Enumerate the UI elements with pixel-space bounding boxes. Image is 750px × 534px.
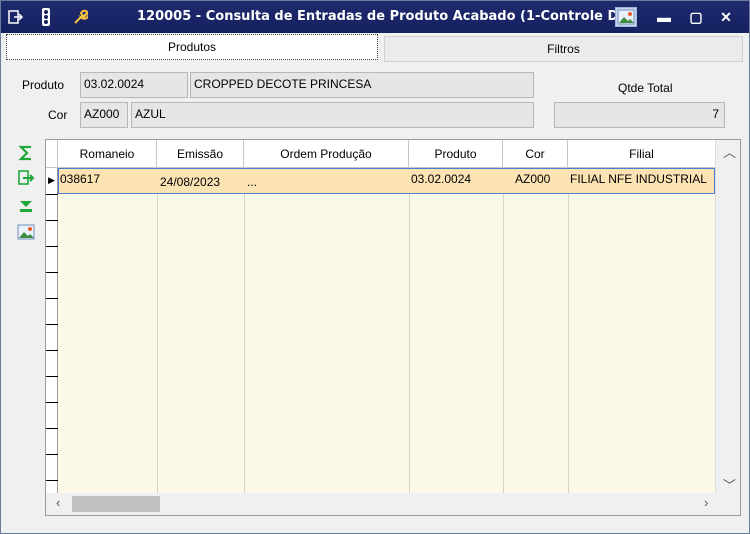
qtde-total-field: 7 xyxy=(554,102,725,128)
header-ordem-producao[interactable]: Ordem Produção xyxy=(244,140,409,168)
window-title: 120005 - Consulta de Entradas de Produto… xyxy=(137,9,638,24)
tab-filtros[interactable]: Filtros xyxy=(384,36,743,62)
cell-cor: AZ000 xyxy=(515,172,551,186)
exit-icon[interactable] xyxy=(7,8,25,26)
header-filial[interactable]: Filial xyxy=(568,140,715,168)
vertical-scrollbar[interactable]: ︿ ﹀ xyxy=(715,140,740,500)
produto-code-field[interactable]: 03.02.0024 xyxy=(80,72,188,98)
header-romaneio[interactable]: Romaneio xyxy=(58,140,157,168)
header-indicator xyxy=(46,140,58,168)
current-row-arrow-icon: ▶ xyxy=(48,175,55,185)
picture-icon[interactable] xyxy=(615,7,637,27)
title-bar: 120005 - Consulta de Entradas de Produto… xyxy=(1,1,749,33)
grid-header: Romaneio Emissão Ordem Produção Produto … xyxy=(46,140,740,168)
export-icon[interactable] xyxy=(15,168,37,188)
produto-desc-field[interactable]: CROPPED DECOTE PRINCESA xyxy=(190,72,534,98)
scroll-right-icon[interactable]: › xyxy=(704,495,708,510)
cell-romaneio: 038617 xyxy=(60,172,101,186)
cell-produto: 03.02.0024 xyxy=(411,172,472,186)
sum-icon[interactable] xyxy=(15,143,37,163)
wrench-icon[interactable] xyxy=(71,8,89,26)
header-produto[interactable]: Produto xyxy=(409,140,503,168)
row-indicator-column: ▶ xyxy=(46,168,58,500)
produto-label: Produto xyxy=(22,78,65,92)
scroll-down-icon[interactable]: ﹀ xyxy=(723,475,736,494)
scroll-up-icon[interactable]: ︿ xyxy=(723,142,736,161)
header-emissao[interactable]: Emissão xyxy=(157,140,244,168)
horizontal-scroll-thumb[interactable] xyxy=(72,496,160,512)
cell-emissao: 24/08/2023 xyxy=(160,175,221,189)
picture-icon[interactable] xyxy=(15,222,37,242)
traffic-light-icon[interactable] xyxy=(37,8,55,26)
cor-desc-field[interactable]: AZUL xyxy=(131,102,534,128)
main-window: 120005 - Consulta de Entradas de Produto… xyxy=(0,0,750,534)
cor-code-field[interactable]: AZ000 xyxy=(80,102,128,128)
cell-filial: FILIAL NFE INDUSTRIAL xyxy=(570,172,707,186)
tab-produtos[interactable]: Produtos xyxy=(6,34,378,60)
horizontal-scrollbar[interactable]: ‹ › xyxy=(46,493,740,515)
entries-grid[interactable]: Romaneio Emissão Ordem Produção Produto … xyxy=(45,139,741,516)
last-record-icon[interactable] xyxy=(15,196,37,216)
header-cor[interactable]: Cor xyxy=(503,140,568,168)
close-button[interactable]: ✕ xyxy=(713,6,739,28)
scroll-left-icon[interactable]: ‹ xyxy=(56,495,60,510)
maximize-button[interactable]: ▢ xyxy=(683,6,709,28)
cor-label: Cor xyxy=(48,108,68,122)
tab-bar: Produtos Filtros xyxy=(6,34,743,62)
minimize-button[interactable]: ▬ xyxy=(651,6,677,28)
cell-ordem-producao: ... xyxy=(247,175,258,189)
qtde-total-label: Qtde Total xyxy=(618,81,673,95)
